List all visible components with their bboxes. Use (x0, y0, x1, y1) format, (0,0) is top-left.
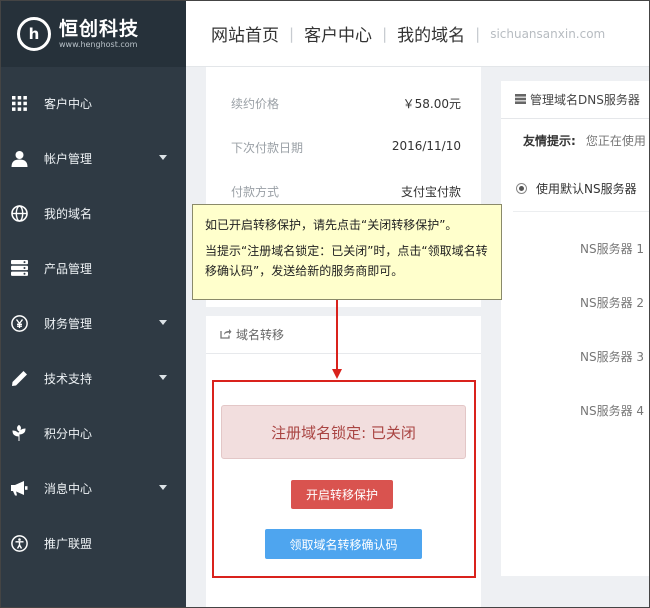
enable-transfer-protection-button[interactable]: 开启转移保护 (291, 480, 393, 509)
sidebar-item-label: 消息中心 (44, 481, 93, 496)
sidebar-item-label: 技术支持 (44, 371, 93, 386)
breadcrumb-home[interactable]: 网站首页 (211, 21, 279, 46)
dns-panel-title: 管理域名DNS服务器 (530, 93, 640, 107)
top-header: 网站首页 | 客户中心 | 我的域名 | sichuansanxin.com (186, 1, 649, 67)
megaphone-icon (10, 479, 28, 497)
chevron-down-icon (159, 375, 167, 380)
sidebar-item-label: 积分中心 (44, 426, 93, 441)
chevron-down-icon (159, 155, 167, 160)
sidebar: h 恒创科技 www.henghost.com 客户中心 帐户管理 我的域名 产… (1, 1, 186, 607)
domain-lock-status-alert: 注册域名锁定: 已关闭 (221, 405, 466, 459)
sidebar-item-customer-center[interactable]: 客户中心 (1, 85, 186, 121)
app-frame: h 恒创科技 www.henghost.com 客户中心 帐户管理 我的域名 产… (0, 0, 650, 608)
accessibility-icon (10, 534, 28, 552)
dns-tip-text: 您正在使用 (585, 134, 646, 148)
dns-panel: 管理域名DNS服务器 (501, 81, 649, 576)
annotation-arrow-line (336, 300, 338, 372)
breadcrumb-my-domains[interactable]: 我的域名 (397, 21, 465, 46)
sidebar-item-my-domains[interactable]: 我的域名 (1, 195, 186, 231)
sidebar-item-messages[interactable]: 消息中心 (1, 470, 186, 506)
default-ns-option[interactable]: 使用默认NS服务器 (516, 180, 637, 197)
sidebar-item-label: 客户中心 (44, 96, 93, 111)
sidebar-item-support[interactable]: 技术支持 (1, 360, 186, 396)
tooltip-line-1: 如已开启转移保护，请先点击“关闭转移保护”。 (205, 218, 458, 232)
transfer-panel-title: 域名转移 (236, 328, 285, 342)
share-icon (220, 328, 232, 342)
sidebar-item-label: 帐户管理 (44, 151, 93, 166)
sidebar-item-label: 产品管理 (44, 261, 93, 276)
sidebar-item-label: 推广联盟 (44, 536, 93, 551)
ns-server-label-2: NS服务器 2 (580, 296, 645, 310)
user-icon (10, 149, 28, 167)
tooltip-line-2: 当提示“注册域名锁定：已关闭”时，点击“领取域名转移确认码”，发送给新的服务商即… (205, 244, 488, 278)
yen-icon (10, 314, 28, 332)
breadcrumb-customer-center[interactable]: 客户中心 (304, 21, 372, 46)
instruction-tooltip: 如已开启转移保护，请先点击“关闭转移保护”。 当提示“注册域名锁定：已关闭”时，… (192, 204, 502, 300)
logo-url: www.henghost.com (59, 40, 138, 49)
ns-server-label-3: NS服务器 3 (580, 350, 645, 364)
logo[interactable]: h 恒创科技 www.henghost.com (1, 1, 186, 67)
pencil-icon (10, 369, 28, 387)
ns-server-label-4: NS服务器 4 (580, 404, 645, 418)
sidebar-item-account[interactable]: 帐户管理 (1, 140, 186, 176)
dns-panel-header: 管理域名DNS服务器 (501, 81, 649, 119)
chevron-down-icon (159, 485, 167, 490)
server-icon (10, 259, 28, 277)
get-transfer-code-button[interactable]: 领取域名转移确认码 (265, 529, 422, 559)
dns-tip: 友情提示: 您正在使用 (523, 132, 646, 149)
payment-method-row: 付款方式 支付宝付款 (231, 185, 461, 199)
dns-tip-label: 友情提示: (523, 134, 576, 148)
sidebar-item-finance[interactable]: 财务管理 (1, 305, 186, 341)
default-ns-label: 使用默认NS服务器 (536, 182, 637, 196)
sidebar-item-label: 我的域名 (44, 206, 93, 221)
arrow-down-icon (332, 369, 342, 379)
leaf-icon (10, 424, 28, 442)
logo-mark-icon: h (17, 17, 51, 51)
sidebar-item-products[interactable]: 产品管理 (1, 250, 186, 286)
sidebar-item-points[interactable]: 积分中心 (1, 415, 186, 451)
logo-name: 恒创科技 (59, 18, 140, 40)
server-icon (515, 93, 526, 107)
renewal-price-row: 续约价格 ￥58.00元 (231, 97, 461, 111)
ns-server-label-1: NS服务器 1 (580, 242, 645, 256)
sidebar-item-label: 财务管理 (44, 316, 93, 331)
sidebar-item-affiliate[interactable]: 推广联盟 (1, 525, 186, 561)
chevron-down-icon (159, 320, 167, 325)
radio-selected-icon[interactable] (516, 183, 527, 194)
next-payment-row: 下次付款日期 2016/11/10 (231, 139, 461, 155)
transfer-panel-header: 域名转移 (206, 316, 481, 354)
grid-icon (10, 94, 28, 112)
current-domain: sichuansanxin.com (490, 26, 606, 41)
globe-icon (10, 204, 28, 222)
